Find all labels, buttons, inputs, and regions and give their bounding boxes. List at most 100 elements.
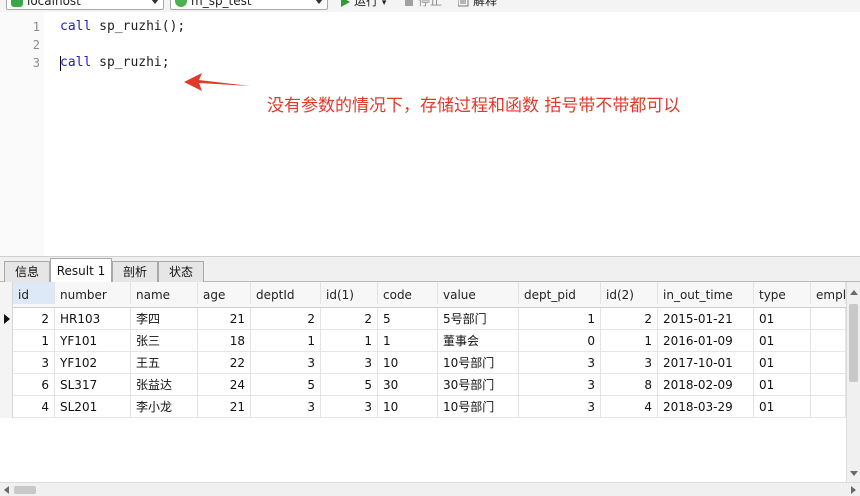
horizontal-scroll-thumb[interactable]: [14, 486, 36, 494]
cell-number[interactable]: SL201: [55, 396, 131, 418]
cell-dept-pid[interactable]: 3: [519, 352, 601, 374]
cell-in-out-time[interactable]: 2018-03-29: [658, 396, 754, 418]
cell-id2[interactable]: 3: [601, 352, 658, 374]
cell-name[interactable]: 李小龙: [131, 396, 198, 418]
database-select[interactable]: m_sp_test: [170, 0, 328, 10]
cell-age[interactable]: 18: [198, 330, 251, 352]
stop-button[interactable]: 停止: [404, 0, 442, 10]
cell-number[interactable]: YF102: [55, 352, 131, 374]
tab-info[interactable]: 信息: [4, 261, 50, 282]
cell-empl[interactable]: [811, 396, 846, 418]
cell-type[interactable]: 01: [754, 330, 811, 352]
cell-empl[interactable]: [811, 352, 846, 374]
run-button[interactable]: 运行 ▾: [340, 0, 386, 10]
cell-id2[interactable]: 1: [601, 330, 658, 352]
cell-id2[interactable]: 4: [601, 396, 658, 418]
cell-dept-pid[interactable]: 1: [519, 308, 601, 330]
cell-deptid[interactable]: 1: [251, 330, 321, 352]
run-dropdown-icon[interactable]: ▾: [382, 0, 387, 8]
scroll-right-icon[interactable]: [851, 486, 856, 494]
explain-button[interactable]: 解释: [458, 0, 497, 10]
scroll-left-icon[interactable]: [4, 486, 9, 494]
connection-select[interactable]: localhost: [6, 0, 164, 10]
cell-age[interactable]: 22: [198, 352, 251, 374]
cell-id2[interactable]: 8: [601, 374, 658, 396]
cell-name[interactable]: 王五: [131, 352, 198, 374]
cell-name[interactable]: 张益达: [131, 374, 198, 396]
cell-in-out-time[interactable]: 2016-01-09: [658, 330, 754, 352]
cell-value[interactable]: 10号部门: [438, 352, 519, 374]
code-line-1[interactable]: call sp_ruzhi();: [60, 19, 185, 34]
cell-type[interactable]: 01: [754, 396, 811, 418]
cell-code[interactable]: 5: [378, 308, 438, 330]
cell-empl[interactable]: [811, 374, 846, 396]
cell-in-out-time[interactable]: 2018-02-09: [658, 374, 754, 396]
column-header-number[interactable]: number: [55, 282, 131, 304]
column-header-dept-pid[interactable]: dept_pid: [519, 282, 601, 304]
column-header-id[interactable]: id: [13, 282, 55, 304]
table-row[interactable]: 1 YF101 张三 18 1 1 1 董事会 0 1 2016-01-09 0…: [0, 330, 846, 352]
table-row[interactable]: 6 SL317 张益达 24 5 5 30 30号部门 3 8 2018-02-…: [0, 374, 846, 396]
tab-profile[interactable]: 剖析: [112, 261, 158, 282]
column-header-age[interactable]: age: [198, 282, 251, 304]
horizontal-scrollbar[interactable]: [0, 482, 860, 496]
column-header-code[interactable]: code: [378, 282, 438, 304]
column-header-in-out-time[interactable]: in_out_time: [658, 282, 754, 304]
cell-type[interactable]: 01: [754, 308, 811, 330]
cell-id1[interactable]: 5: [321, 374, 378, 396]
cell-name[interactable]: 张三: [131, 330, 198, 352]
column-header-value[interactable]: value: [438, 282, 519, 304]
vertical-scrollbar[interactable]: [846, 282, 860, 482]
cell-dept-pid[interactable]: 3: [519, 396, 601, 418]
cell-type[interactable]: 01: [754, 374, 811, 396]
cell-id[interactable]: 1: [13, 330, 55, 352]
cell-deptid[interactable]: 3: [251, 352, 321, 374]
cell-age[interactable]: 21: [198, 308, 251, 330]
column-header-empl[interactable]: empl: [811, 282, 846, 304]
code-line-3[interactable]: call sp_ruzhi;: [60, 55, 170, 70]
cell-deptid[interactable]: 2: [251, 308, 321, 330]
cell-empl[interactable]: [811, 308, 846, 330]
cell-value[interactable]: 董事会: [438, 330, 519, 352]
cell-name[interactable]: 李四: [131, 308, 198, 330]
cell-in-out-time[interactable]: 2015-01-21: [658, 308, 754, 330]
cell-value[interactable]: 5号部门: [438, 308, 519, 330]
cell-type[interactable]: 01: [754, 352, 811, 374]
cell-value[interactable]: 10号部门: [438, 396, 519, 418]
cell-id1[interactable]: 2: [321, 308, 378, 330]
cell-dept-pid[interactable]: 0: [519, 330, 601, 352]
column-header-id1[interactable]: id(1): [321, 282, 378, 304]
cell-empl[interactable]: [811, 330, 846, 352]
column-header-type[interactable]: type: [754, 282, 811, 304]
cell-code[interactable]: 1: [378, 330, 438, 352]
cell-id[interactable]: 3: [13, 352, 55, 374]
cell-id[interactable]: 6: [13, 374, 55, 396]
cell-value[interactable]: 30号部门: [438, 374, 519, 396]
cell-id1[interactable]: 1: [321, 330, 378, 352]
table-row[interactable]: 3 YF102 王五 22 3 3 10 10号部门 3 3 2017-10-0…: [0, 352, 846, 374]
cell-code[interactable]: 10: [378, 396, 438, 418]
tab-result-1[interactable]: Result 1: [50, 258, 112, 283]
cell-code[interactable]: 10: [378, 352, 438, 374]
cell-id1[interactable]: 3: [321, 396, 378, 418]
scroll-up-icon[interactable]: [850, 290, 858, 295]
column-header-deptid[interactable]: deptId: [251, 282, 321, 304]
sql-editor[interactable]: 1 2 3 call sp_ruzhi(); call sp_ruzhi; 没有…: [0, 12, 860, 256]
vertical-scroll-thumb[interactable]: [849, 304, 858, 382]
table-row[interactable]: 4 SL201 李小龙 21 3 3 10 10号部门 3 4 2018-03-…: [0, 396, 846, 418]
column-header-id2[interactable]: id(2): [601, 282, 658, 304]
cell-dept-pid[interactable]: 3: [519, 374, 601, 396]
scroll-down-icon[interactable]: [850, 471, 858, 476]
cell-deptid[interactable]: 3: [251, 396, 321, 418]
cell-number[interactable]: YF101: [55, 330, 131, 352]
cell-code[interactable]: 30: [378, 374, 438, 396]
result-grid[interactable]: id number name age deptId id(1) code val…: [0, 282, 846, 482]
cell-age[interactable]: 21: [198, 396, 251, 418]
cell-in-out-time[interactable]: 2017-10-01: [658, 352, 754, 374]
cell-deptid[interactable]: 5: [251, 374, 321, 396]
table-row[interactable]: 2 HR103 李四 21 2 2 5 5号部门 1 2 2015-01-21 …: [0, 308, 846, 330]
cell-id[interactable]: 4: [13, 396, 55, 418]
tab-status[interactable]: 状态: [158, 261, 204, 282]
cell-age[interactable]: 24: [198, 374, 251, 396]
cell-id[interactable]: 2: [13, 308, 55, 330]
